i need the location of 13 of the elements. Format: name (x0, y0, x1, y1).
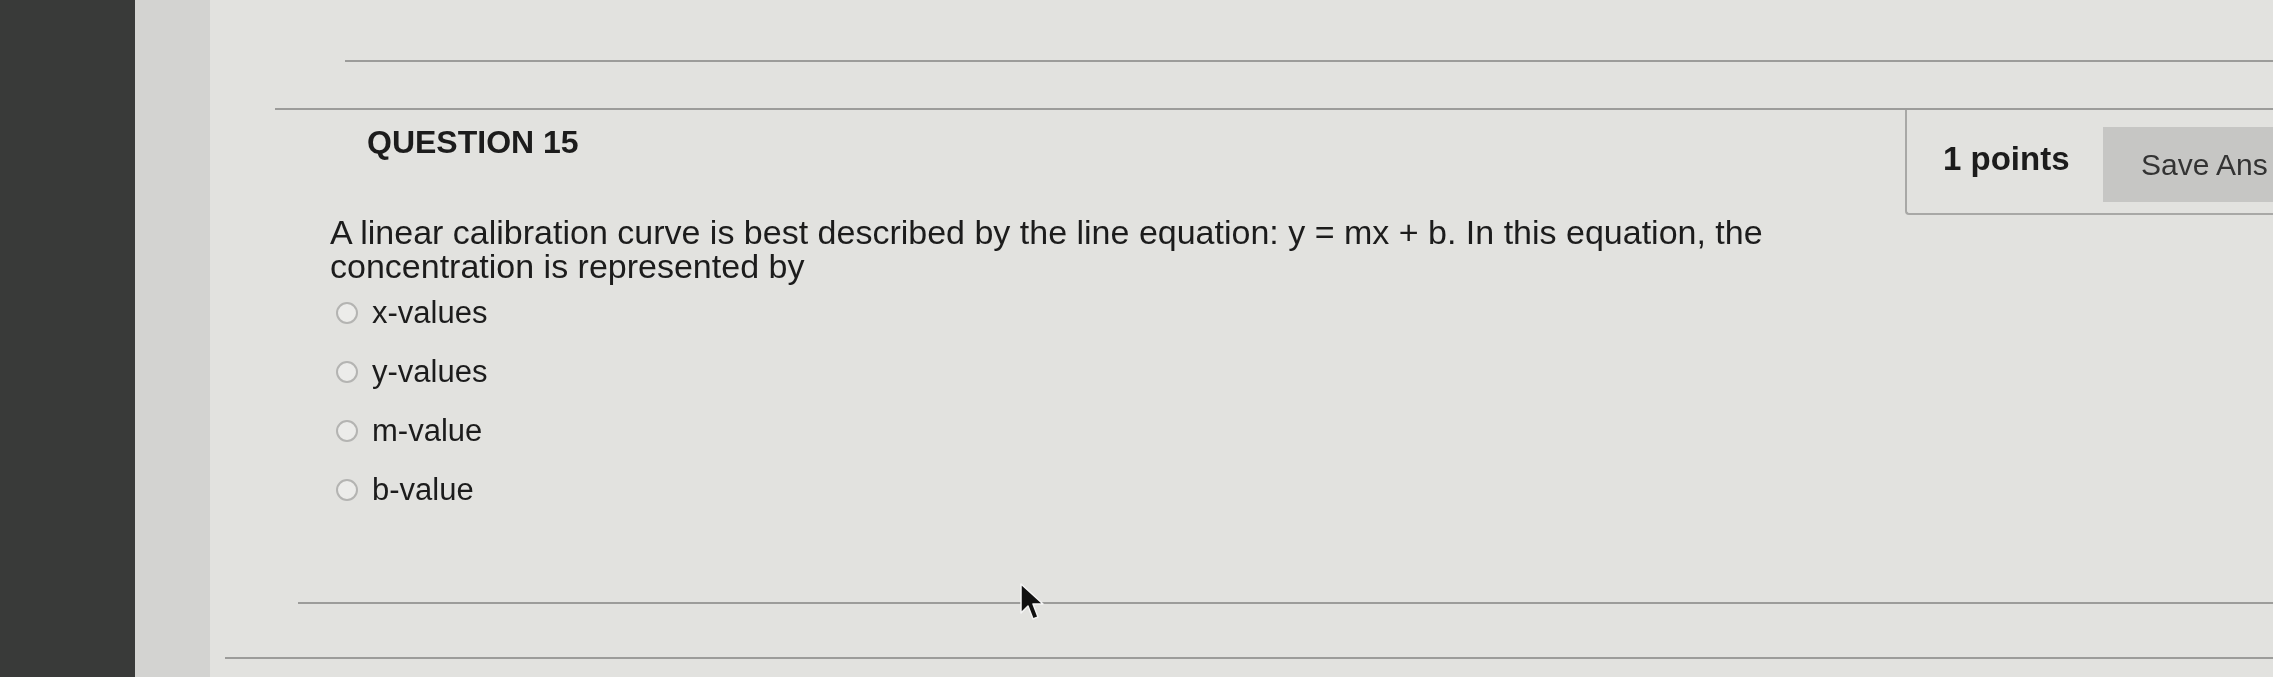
option-label[interactable]: x-values (372, 294, 488, 331)
radio-button[interactable] (336, 301, 358, 324)
points-label: 1 points (1943, 140, 2070, 178)
radio-button[interactable] (336, 478, 358, 501)
option-label[interactable]: y-values (372, 353, 488, 390)
question-text: A linear calibration curve is best described by the line equation: y = mx + b. In this equation, the concentration is represented by (330, 215, 1764, 283)
save-answer-button[interactable]: Save Ans (2103, 127, 2273, 202)
question-title: QUESTION 15 (367, 124, 579, 160)
radio-button[interactable] (336, 419, 358, 442)
mouse-pointer-icon (1020, 583, 1044, 621)
option-label[interactable]: b-value (372, 471, 474, 508)
radio-button[interactable] (336, 360, 358, 383)
option-label[interactable]: m-value (372, 412, 483, 449)
